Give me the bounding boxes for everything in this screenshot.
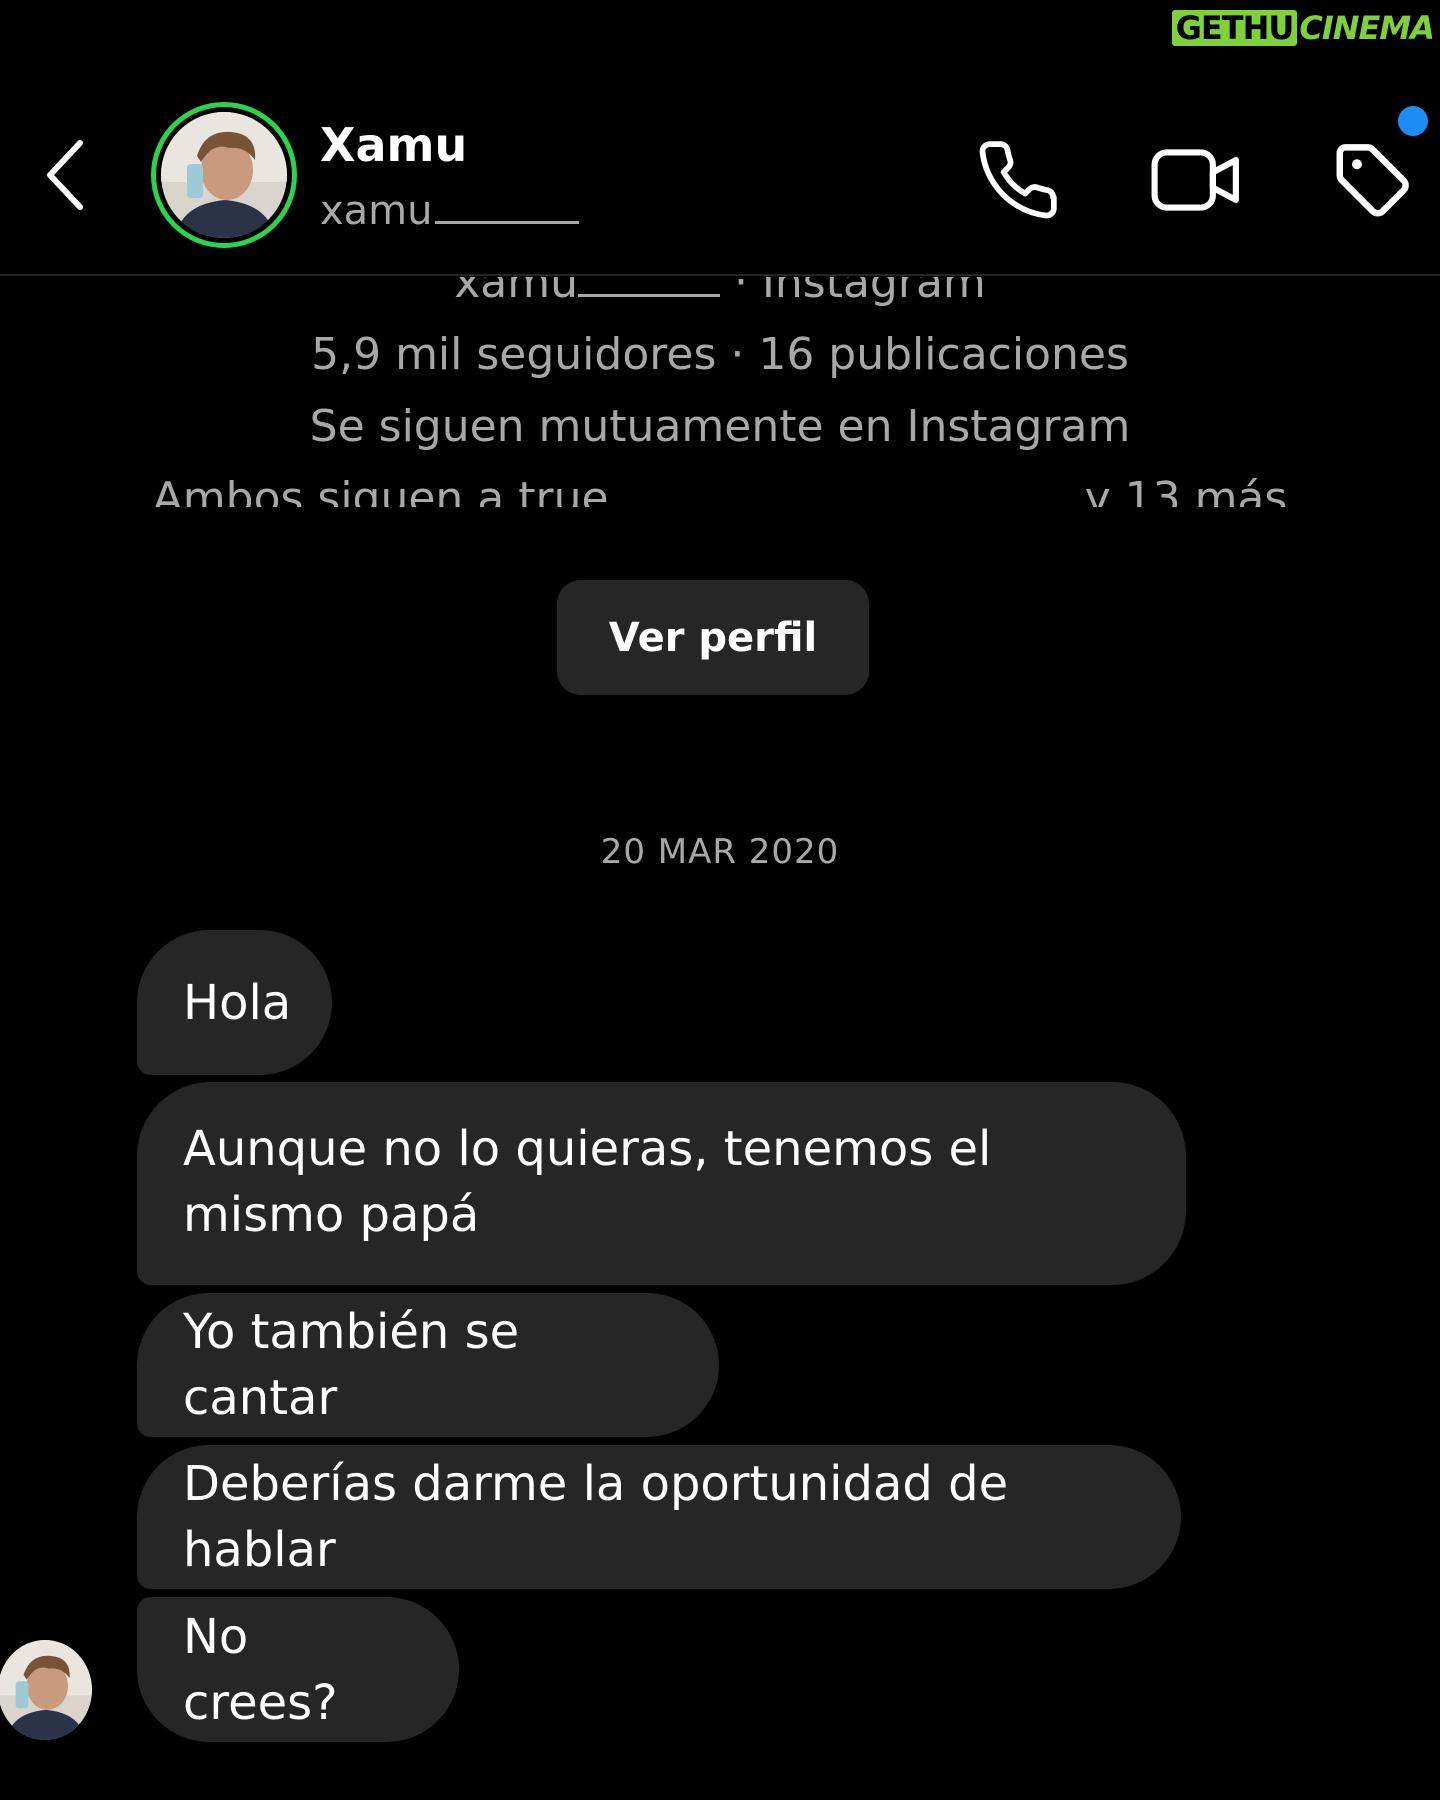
message-text: No crees?: [183, 1608, 338, 1731]
audio-call-button[interactable]: [968, 130, 1068, 230]
common-follows: Ambos siguen a true y 13 más: [0, 473, 1440, 507]
date-separator: 20 MAR 2020: [600, 832, 840, 872]
profile-username-line: xamu · Instagram: [0, 277, 1440, 308]
message-bubble[interactable]: Deberías darme la oportunidad de hablar: [137, 1445, 1181, 1589]
profile-summary: xamu · Instagram 5,9 mil seguidores · 16…: [0, 277, 1440, 507]
profile-username: xamu: [454, 277, 578, 308]
back-chevron-icon: [47, 140, 83, 210]
profile-username-redaction: [577, 294, 720, 297]
avatar-photo: [161, 112, 287, 238]
message-text: Aunque no lo quieras, tenemos el mismo p…: [183, 1121, 992, 1243]
message-bubble[interactable]: Hola: [137, 930, 332, 1075]
mutual-follow-text: Se siguen mutuamente en Instagram: [309, 401, 1131, 452]
profile-stats: 5,9 mil seguidores · 16 publicaciones: [311, 329, 1129, 380]
message-text: Deberías darme la oportunidad de hablar: [183, 1456, 1009, 1578]
header-avatar[interactable]: [151, 102, 297, 248]
message-bubble[interactable]: Aunque no lo quieras, tenemos el mismo p…: [137, 1082, 1186, 1285]
sender-avatar[interactable]: [0, 1640, 92, 1740]
view-profile-button[interactable]: Ver perfil: [557, 580, 869, 695]
common-follows-suffix: y 13 más: [1084, 473, 1288, 507]
chat-header: Xamu xamu: [0, 0, 1440, 276]
message-text: Yo también se cantar: [183, 1304, 520, 1426]
video-camera-icon: [1151, 149, 1239, 211]
back-button[interactable]: [30, 130, 100, 220]
message-bubble[interactable]: Yo también se cantar: [137, 1293, 719, 1437]
phone-icon: [979, 141, 1057, 219]
notification-dot: [1398, 106, 1428, 136]
contact-name: Xamu: [320, 118, 468, 172]
message-text: Hola: [183, 974, 292, 1031]
message-bubble[interactable]: No crees?: [137, 1597, 459, 1742]
username-redaction-line: [434, 221, 579, 224]
tag-icon: [1336, 144, 1409, 217]
contact-username: xamu: [320, 188, 579, 234]
profile-platform: · Instagram: [733, 277, 986, 308]
common-follows-prefix: Ambos siguen a true: [152, 473, 609, 507]
video-call-button[interactable]: [1146, 130, 1246, 230]
tag-button[interactable]: [1322, 130, 1422, 230]
contact-username-text: xamu: [320, 188, 433, 234]
